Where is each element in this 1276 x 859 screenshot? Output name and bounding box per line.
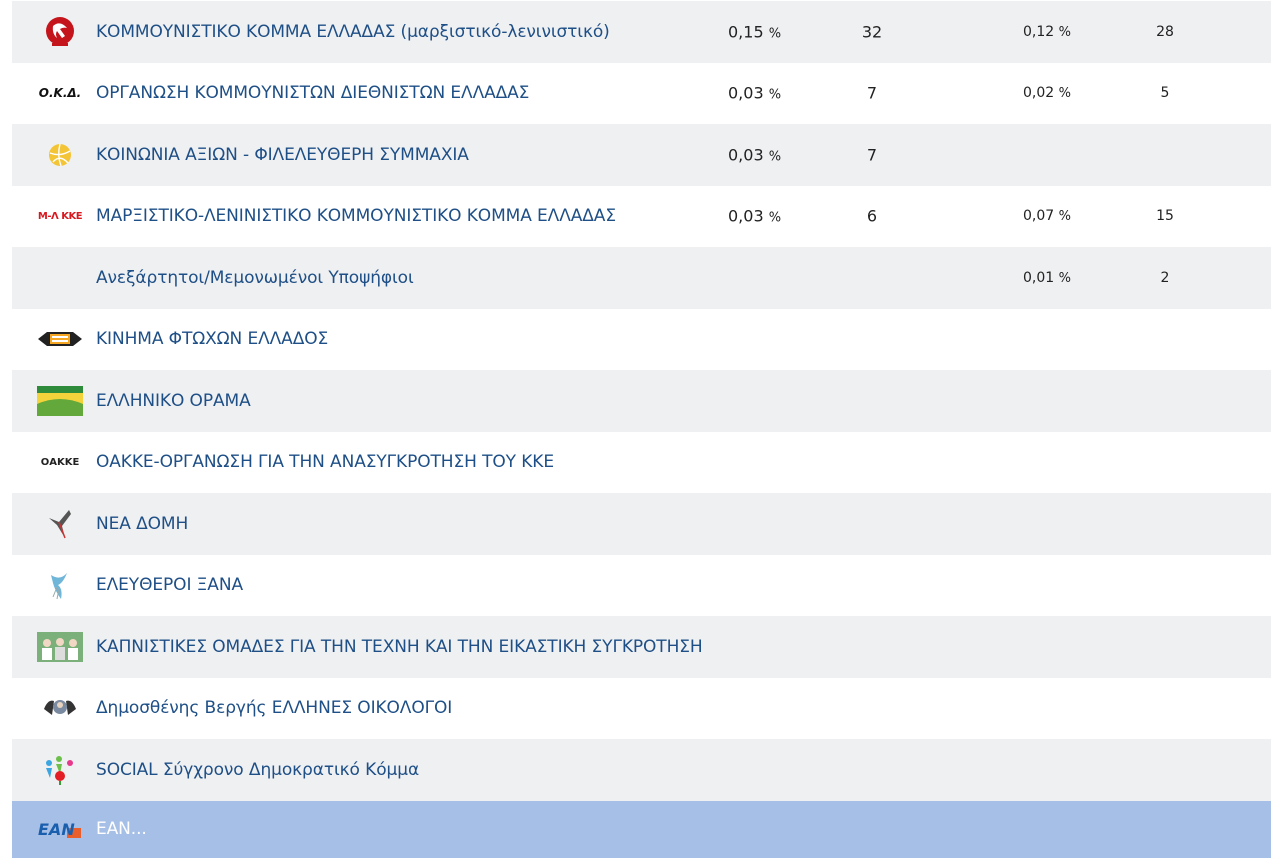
- party-row[interactable]: ΝΕΑ ΔΟΜΗ: [12, 493, 1271, 555]
- party-row[interactable]: Μ-Λ ΚΚΕ ΜΑΡΞΙΣΤΙΚΟ-ΛΕΝΙΝΙΣΤΙΚΟ ΚΟΜΜΟΥΝΙΣΤ…: [12, 185, 1271, 247]
- party-name[interactable]: ΚΙΝΗΜΑ ΦΤΩΧΩΝ ΕΛΛΑΔΟΣ: [96, 329, 328, 349]
- ml-kke-logo-text: Μ-Λ ΚΚΕ: [37, 210, 83, 222]
- party-name[interactable]: ΚΑΠΝΙΣΤΙΚΕΣ ΟΜΑΔΕΣ ΓΙΑ ΤΗΝ ΤΕΧΝΗ ΚΑΙ ΤΗΝ…: [96, 637, 703, 657]
- party-name[interactable]: ΚΟΙΝΩΝΙΑ ΑΞΙΩΝ - ΦΙΛΕΛΕΥΘΕΡΗ ΣΥΜΜΑΧΙΑ: [96, 145, 469, 165]
- party-name[interactable]: ΟΡΓΑΝΩΣΗ ΚΟΜΜΟΥΝΙΣΤΩΝ ΔΙΕΘΝΙΣΤΩΝ ΕΛΛΑΔΑΣ: [96, 83, 529, 103]
- previous-percentage: 0,07 %: [1023, 208, 1071, 225]
- party-row[interactable]: ΚΑΠΝΙΣΤΙΚΕΣ ΟΜΑΔΕΣ ΓΙΑ ΤΗΝ ΤΕΧΝΗ ΚΑΙ ΤΗΝ…: [12, 616, 1271, 678]
- results-table: ΚΟΜΜΟΥΝΙΣΤΙΚΟ ΚΟΜΜΑ ΕΛΛΑΔΑΣ (μαρξιστικό-…: [12, 1, 1271, 858]
- previous-percentage: 0,02 %: [1023, 85, 1071, 102]
- party-name[interactable]: Ανεξάρτητοι/Μεμονωμένοι Υποψήφιοι: [96, 268, 414, 288]
- vote-count: 7: [866, 83, 878, 103]
- party-row[interactable]: ΚΟΙΝΩΝΙΑ ΑΞΙΩΝ - ΦΙΛΕΛΕΥΘΕΡΗ ΣΥΜΜΑΧΙΑ 0,0…: [12, 124, 1271, 186]
- party-row[interactable]: Δημοσθένης Βεργής ΕΛΛΗΝΕΣ ΟΙΚΟΛΟΓΟΙ: [12, 677, 1271, 739]
- vote-percentage: 0,03 %: [728, 83, 782, 103]
- previous-count: 5: [1160, 85, 1170, 102]
- vote-percentage: 0,03 %: [728, 145, 782, 165]
- yellow-ball-icon: [37, 140, 83, 170]
- ean-text-logo: ΕΑΝ: [37, 814, 83, 844]
- previous-percentage: 0,01 %: [1023, 269, 1071, 286]
- party-row[interactable]: ΕΛΛΗΝΙΚΟ ΟΡΑΜΑ: [12, 370, 1271, 432]
- okd-logo-text: Ο.Κ.Δ.: [38, 86, 82, 101]
- party-name[interactable]: ΜΑΡΞΙΣΤΙΚΟ-ΛΕΝΙΝΙΣΤΙΚΟ ΚΟΜΜΟΥΝΙΣΤΙΚΟ ΚΟΜ…: [96, 206, 616, 226]
- group-photo-icon: [37, 631, 83, 662]
- party-row[interactable]: SOCIAL Σύγχρονο Δημοκρατικό Κόμμα: [12, 739, 1271, 801]
- previous-count: 28: [1156, 23, 1174, 40]
- elliniko-orama-landscape-icon: [37, 385, 83, 416]
- oakke-text-logo: ΟΑΚΚΕ: [37, 447, 83, 477]
- party-row[interactable]: ΚΟΜΜΟΥΝΙΣΤΙΚΟ ΚΟΜΜΑ ΕΛΛΑΔΑΣ (μαρξιστικό-…: [12, 1, 1271, 63]
- vote-percentage: 0,03 %: [728, 206, 782, 226]
- party-row[interactable]: Ανεξάρτητοι/Μεμονωμένοι Υποψήφιοι 0,01 % 2: [12, 247, 1271, 309]
- previous-count: 2: [1160, 269, 1170, 286]
- svg-text:ΕΑΝ: ΕΑΝ: [38, 820, 75, 839]
- oakke-logo-text: ΟΑΚΚΕ: [40, 456, 80, 468]
- previous-count: 15: [1156, 208, 1174, 225]
- portrait-hands-icon: [37, 693, 83, 723]
- party-name[interactable]: ΝΕΑ ΔΟΜΗ: [96, 514, 188, 534]
- kke-ml-hammer-sickle-icon: [37, 16, 83, 47]
- party-row[interactable]: ΚΙΝΗΜΑ ΦΤΩΧΩΝ ΕΛΛΑΔΟΣ: [12, 308, 1271, 370]
- party-name[interactable]: ΚΟΜΜΟΥΝΙΣΤΙΚΟ ΚΟΜΜΑ ΕΛΛΑΔΑΣ (μαρξιστικό-…: [96, 22, 610, 42]
- swallow-bird-icon: [37, 509, 83, 539]
- kinima-ftoxon-banner-icon: [37, 324, 83, 354]
- vote-count: 32: [861, 22, 883, 42]
- vote-count: 6: [866, 206, 878, 226]
- party-name[interactable]: ΟΑΚΚΕ-ΟΡΓΑΝΩΣΗ ΓΙΑ ΤΗΝ ΑΝΑΣΥΓΚΡΟΤΗΣΗ ΤΟΥ…: [96, 452, 554, 472]
- social-people-rose-icon: [37, 755, 83, 785]
- vote-percentage: 0,15 %: [728, 22, 782, 42]
- party-name[interactable]: SOCIAL Σύγχρονο Δημοκρατικό Κόμμα: [96, 760, 419, 780]
- party-name[interactable]: ΕΛΕΥΘΕΡΟΙ ΞΑΝΑ: [96, 575, 243, 595]
- vote-count: 7: [866, 145, 878, 165]
- party-name[interactable]: ΕΑΝ...: [96, 819, 147, 839]
- dove-icon: [37, 570, 83, 600]
- previous-percentage: 0,12 %: [1023, 23, 1071, 40]
- okd-text-logo: Ο.Κ.Δ.: [37, 78, 83, 108]
- party-row[interactable]: ΟΑΚΚΕ ΟΑΚΚΕ-ΟΡΓΑΝΩΣΗ ΓΙΑ ΤΗΝ ΑΝΑΣΥΓΚΡΟΤΗΣ…: [12, 431, 1271, 493]
- party-row[interactable]: ΕΑΝ ΕΑΝ...: [12, 800, 1271, 858]
- party-row[interactable]: ΕΛΕΥΘΕΡΟΙ ΞΑΝΑ: [12, 554, 1271, 616]
- party-name[interactable]: Δημοσθένης Βεργής ΕΛΛΗΝΕΣ ΟΙΚΟΛΟΓΟΙ: [96, 698, 452, 718]
- party-name[interactable]: ΕΛΛΗΝΙΚΟ ΟΡΑΜΑ: [96, 391, 251, 411]
- party-row[interactable]: Ο.Κ.Δ. ΟΡΓΑΝΩΣΗ ΚΟΜΜΟΥΝΙΣΤΩΝ ΔΙΕΘΝΙΣΤΩΝ Ε…: [12, 62, 1271, 124]
- m-l-kke-text-logo: Μ-Λ ΚΚΕ: [37, 201, 83, 231]
